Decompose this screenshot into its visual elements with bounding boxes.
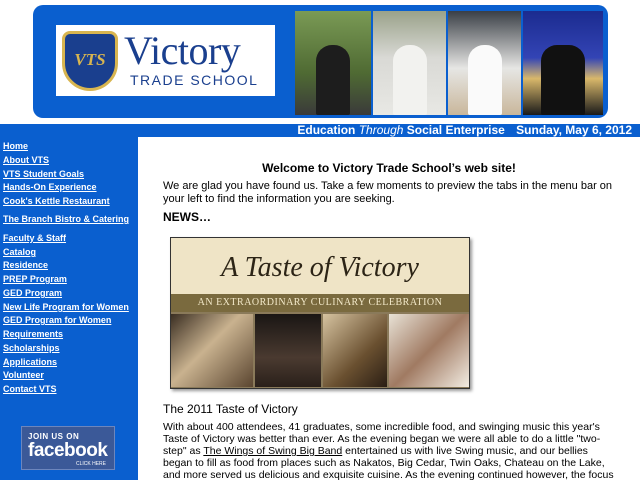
- person-figure: [467, 45, 502, 115]
- graduate-cap-gown-photo: [523, 11, 603, 115]
- nav-link-about[interactable]: About VTS: [3, 155, 49, 165]
- dessert-plate-photo: [389, 314, 469, 387]
- intro-paragraph: We are glad you have found us. Take a fe…: [163, 180, 613, 205]
- nav-link-cooks-kettle[interactable]: Cook's Kettle Restaurant: [3, 196, 110, 206]
- nav-link-applications[interactable]: Applications: [3, 357, 57, 367]
- tagline-post: Social Enterprise: [406, 123, 505, 137]
- wings-of-swing-link[interactable]: The Wings of Swing Big Band: [203, 445, 342, 457]
- person-figure: [316, 45, 350, 115]
- tagline-pre: Education: [297, 123, 356, 137]
- nav-link-ged-program[interactable]: GED Program: [3, 288, 62, 298]
- tagline-em: Through: [358, 123, 404, 137]
- logo-initials: VTS: [74, 50, 106, 69]
- graduate-with-book-photo: [295, 11, 371, 115]
- banner-subtitle: AN EXTRAORDINARY CULINARY CELEBRATION: [171, 294, 469, 312]
- nav-link-catalog[interactable]: Catalog: [3, 247, 36, 257]
- logo-shield-icon: VTS: [62, 31, 118, 91]
- nav-link-student-goals[interactable]: VTS Student Goals: [3, 169, 84, 179]
- sidebar-nav: Home About VTS VTS Student Goals Hands-O…: [0, 137, 138, 480]
- chef-cooking-photo: [448, 11, 521, 115]
- nav-link-faculty-staff[interactable]: Faculty & Staff: [3, 233, 66, 243]
- person-figure: [392, 45, 427, 115]
- taste-of-victory-banner[interactable]: A Taste of Victory AN EXTRAORDINARY CULI…: [170, 237, 470, 389]
- nav-link-prep-program[interactable]: PREP Program: [3, 274, 67, 284]
- dish-closeup-photo: [323, 314, 387, 387]
- nav-link-requirements[interactable]: Requirements: [3, 329, 63, 339]
- nav-link-hands-on[interactable]: Hands-On Experience: [3, 182, 97, 192]
- site-logo[interactable]: VTS Victory TRADE SCHOOL: [56, 25, 275, 96]
- news-heading: NEWS…: [163, 210, 211, 224]
- food-platter-photo: [171, 314, 253, 387]
- tagline-date-bar: Education Through Social Enterprise Sund…: [0, 124, 640, 137]
- story-paragraph: With about 400 attendees, 41 graduates, …: [163, 421, 618, 480]
- main-content: Welcome to Victory Trade School’s web si…: [138, 137, 640, 480]
- nav-link-volunteer[interactable]: Volunteer: [3, 370, 44, 380]
- facebook-click-label: CLICK HERE: [75, 461, 106, 467]
- nav-link-scholarships[interactable]: Scholarships: [3, 343, 60, 353]
- nav-link-branch-bistro[interactable]: The Branch Bistro & Catering: [3, 214, 129, 224]
- facebook-logo-icon: facebook: [28, 440, 108, 461]
- facebook-button[interactable]: JOIN US ON facebook CLICK HERE: [21, 426, 115, 470]
- nav-link-ged-women[interactable]: GED Program for Women: [3, 315, 111, 325]
- nav-link-new-life-women[interactable]: New Life Program for Women: [3, 302, 129, 312]
- story-title: The 2011 Taste of Victory: [163, 402, 298, 416]
- nav-link-home[interactable]: Home: [3, 141, 28, 151]
- header-banner: VTS Victory TRADE SCHOOL: [33, 5, 608, 118]
- banner-title: A Taste of Victory: [221, 252, 419, 283]
- nav-link-residence[interactable]: Residence: [3, 260, 48, 270]
- page-title: Welcome to Victory Trade School’s web si…: [262, 161, 516, 175]
- nav-link-contact[interactable]: Contact VTS: [3, 384, 57, 394]
- logo-subtitle: TRADE SCHOOL: [130, 72, 259, 88]
- banner-title-area: A Taste of Victory: [171, 238, 469, 294]
- chef-photo: [373, 11, 446, 115]
- logo-wordmark: Victory: [124, 28, 241, 73]
- person-figure: [541, 45, 585, 115]
- current-date: Sunday, May 6, 2012: [516, 123, 632, 137]
- event-hall-photo: [255, 314, 321, 387]
